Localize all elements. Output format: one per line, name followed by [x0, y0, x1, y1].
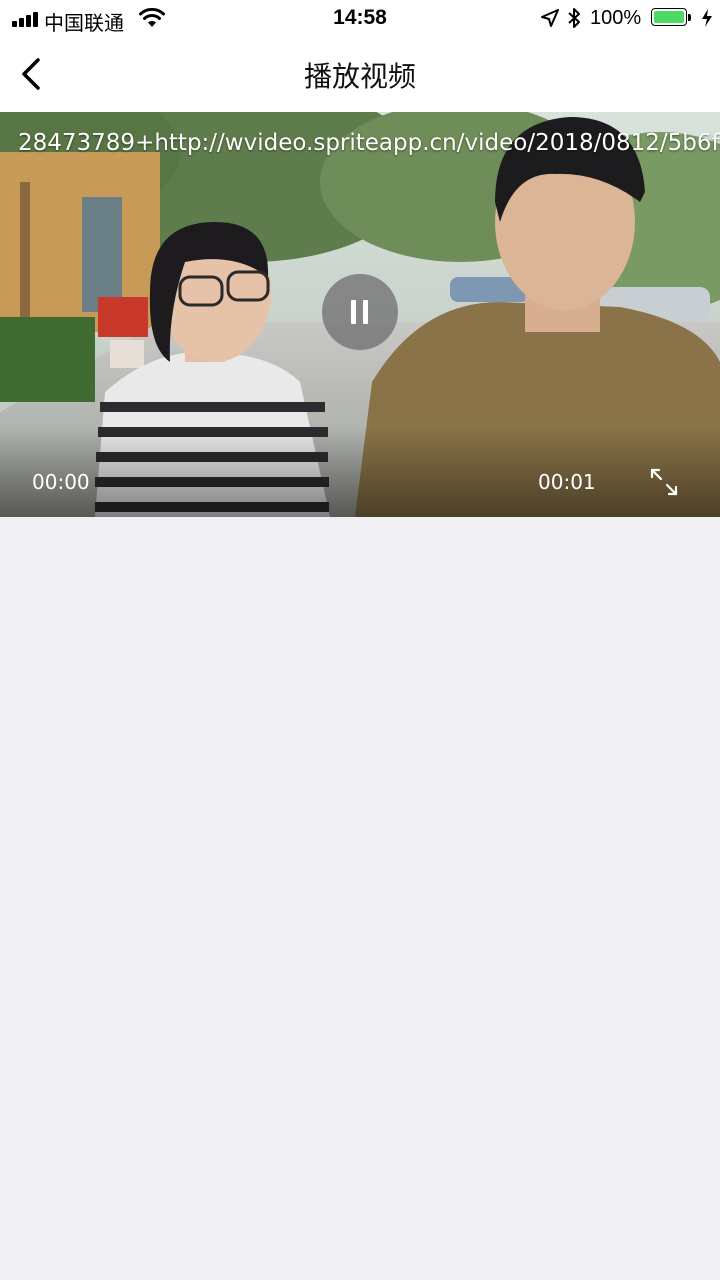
current-time: 00:00: [32, 470, 90, 494]
pause-button[interactable]: [322, 274, 398, 350]
status-bar: 中国联通 14:58 100%: [0, 0, 720, 38]
content-area: [0, 517, 720, 1280]
page-title: 播放视频: [303, 60, 416, 93]
fullscreen-button[interactable]: [648, 466, 680, 498]
video-url-text: 28473789+http://wvideo.spriteapp.cn/vide…: [18, 130, 720, 156]
navigation-bar: 播放视频: [0, 38, 720, 112]
video-player[interactable]: 28473789+http://wvideo.spriteapp.cn/vide…: [0, 112, 720, 517]
battery-icon: [651, 8, 693, 28]
charging-icon: [702, 9, 712, 27]
battery-percent: 100%: [590, 7, 642, 29]
fullscreen-icon: [650, 468, 678, 496]
bluetooth-icon: [568, 8, 580, 28]
location-icon: [541, 9, 559, 27]
duration: 00:01: [538, 470, 596, 494]
controls-overlay: [0, 427, 720, 517]
